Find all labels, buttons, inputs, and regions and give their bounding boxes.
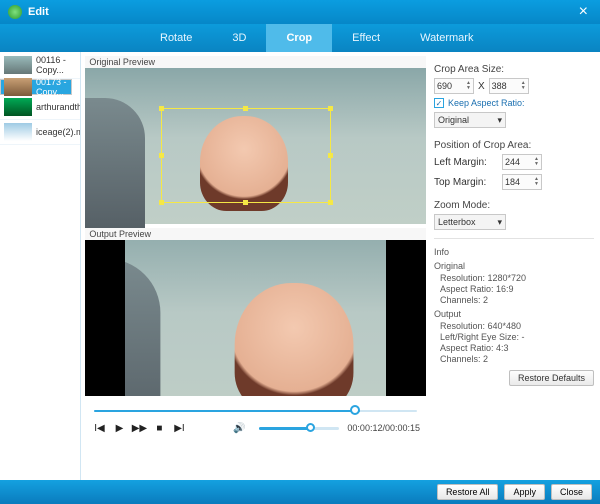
volume-slider[interactable] [259,422,339,434]
info-original-heading: Original [434,261,594,271]
top-margin-input[interactable]: 184▲▼ [502,174,542,190]
chevron-down-icon: ▾ [497,217,502,228]
thumbnail-icon [4,56,32,74]
thumbnail-icon [4,123,32,141]
sidebar-item-label: 00116 - Copy... [36,55,76,75]
thumbnail-icon [4,78,32,96]
crop-settings-panel: Crop Area Size: 690▲▼ X 388▲▼ ✓ Keep Asp… [430,52,600,480]
info-line: Channels: 2 [440,354,594,364]
crop-size-label: Crop Area Size: [434,64,594,75]
output-preview [85,240,426,396]
volume-icon[interactable]: 🔊 [231,420,247,436]
left-margin-input[interactable]: 244▲▼ [502,154,542,170]
keep-aspect-checkbox[interactable]: ✓ Keep Aspect Ratio: [434,98,594,108]
tab-3d[interactable]: 3D [212,24,266,52]
tab-bar: Rotate 3D Crop Effect Watermark [0,24,600,52]
output-preview-label: Output Preview [85,228,426,240]
tab-crop[interactable]: Crop [266,24,332,52]
info-line: Resolution: 640*480 [440,321,594,331]
file-sidebar: 00116 - Copy... 00173 - Copy... arthuran… [0,52,81,480]
spinner-icon[interactable]: ▲▼ [534,157,539,167]
thumbnail-icon [4,98,32,116]
info-block: Info Original Resolution: 1280*720 Aspec… [434,247,594,364]
sidebar-item-label: iceage(2).mp4 [36,127,81,137]
sidebar-item[interactable]: 00173 - Copy... [0,79,72,95]
top-margin-label: Top Margin: [434,177,498,188]
sidebar-item[interactable]: arthurandthei... [0,95,80,120]
aspect-ratio-select[interactable]: Original▾ [434,112,506,128]
sidebar-item-label: arthurandthei... [36,102,81,112]
keep-aspect-label: Keep Aspect Ratio: [448,98,525,108]
close-icon[interactable]: × [575,3,592,21]
crop-height-input[interactable]: 388▲▼ [489,78,529,94]
info-line: Left/Right Eye Size: - [440,332,594,342]
spinner-icon[interactable]: ▲▼ [521,81,526,91]
restore-defaults-button[interactable]: Restore Defaults [509,370,594,386]
left-margin-label: Left Margin: [434,157,498,168]
sidebar-item[interactable]: iceage(2).mp4 [0,120,80,145]
transport: I◀ ▶ ▶▶ ■ ▶I 🔊 00:00:12/00:00:15 [85,400,426,440]
timecode: 00:00:12/00:00:15 [347,423,420,433]
sidebar-item-label: 00173 - Copy... [36,77,68,97]
footer: Restore All Apply Close [0,480,600,504]
original-preview[interactable] [85,68,426,224]
spinner-icon[interactable]: ▲▼ [534,177,539,187]
info-line: Resolution: 1280*720 [440,273,594,283]
spinner-icon[interactable]: ▲▼ [466,81,471,91]
apply-button[interactable]: Apply [504,484,545,500]
fast-forward-button[interactable]: ▶▶ [131,420,147,436]
window-title: Edit [28,6,575,18]
stop-button[interactable]: ■ [151,420,167,436]
info-line: Aspect Ratio: 16:9 [440,284,594,294]
play-button[interactable]: ▶ [111,420,127,436]
progress-slider[interactable] [89,402,422,418]
crop-rectangle[interactable] [161,108,331,203]
tab-watermark[interactable]: Watermark [400,24,493,52]
crop-position-label: Position of Crop Area: [434,140,594,151]
original-preview-label: Original Preview [85,56,426,68]
titlebar: Edit × [0,0,600,24]
tab-effect[interactable]: Effect [332,24,400,52]
zoom-mode-select[interactable]: Letterbox▾ [434,214,506,230]
app-icon [8,5,22,19]
restore-all-button[interactable]: Restore All [437,484,499,500]
chevron-down-icon: ▾ [497,115,502,126]
checkbox-icon: ✓ [434,98,444,108]
info-output-heading: Output [434,309,594,319]
info-line: Aspect Ratio: 4:3 [440,343,594,353]
prev-button[interactable]: I◀ [91,420,107,436]
info-line: Channels: 2 [440,295,594,305]
next-button[interactable]: ▶I [171,420,187,436]
sidebar-item[interactable]: 00116 - Copy... [0,52,80,79]
zoom-mode-label: Zoom Mode: [434,200,594,211]
x-separator: X [478,81,485,92]
close-button[interactable]: Close [551,484,592,500]
tab-rotate[interactable]: Rotate [140,24,212,52]
info-heading: Info [434,247,594,257]
crop-width-input[interactable]: 690▲▼ [434,78,474,94]
